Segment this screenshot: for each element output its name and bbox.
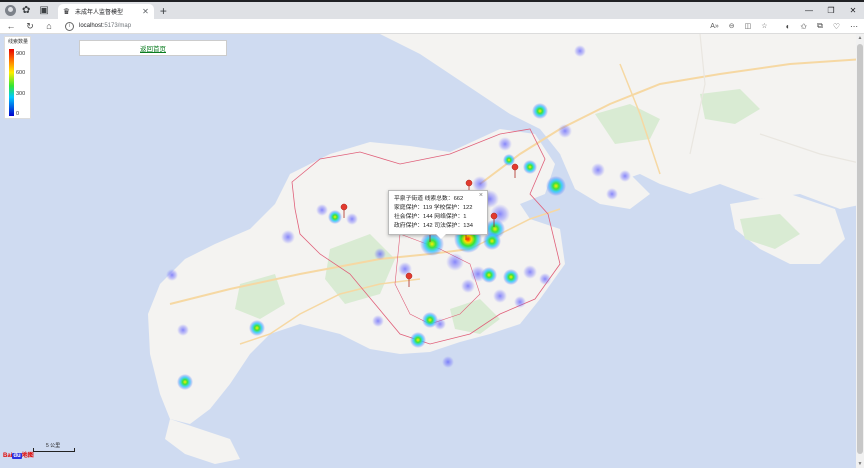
district-info-popup: × 平泉子街道 线索总数：662 家庭保护：119 学校保护：122 社会保护：…	[388, 190, 488, 239]
scroll-thumb[interactable]	[857, 44, 863, 454]
split-screen-icon[interactable]: ◫	[745, 22, 752, 30]
map-canvas[interactable]	[0, 34, 864, 468]
popup-stats-government-judicial: 政府保护：142 司法保护：134	[394, 223, 473, 229]
tab-actions-icon[interactable]: ▣	[39, 5, 48, 16]
back-home-link[interactable]: 返回首页	[140, 43, 166, 53]
close-icon[interactable]: ✕	[142, 7, 149, 16]
popup-stats-family-school: 家庭保护：119 学校保护：122	[394, 205, 473, 211]
trophy-icon: ♛	[62, 7, 71, 16]
tab-strip: ✿ ▣ ♛ 未成年人监督模型 ✕ + — ❐ ✕	[0, 2, 864, 19]
maximize-button[interactable]: ❐	[820, 6, 842, 15]
vertical-scrollbar[interactable]: ▲ ▼	[856, 34, 864, 468]
scroll-down-icon[interactable]: ▼	[857, 461, 863, 467]
plus-icon[interactable]: +	[160, 4, 167, 18]
reload-icon[interactable]: ↻	[22, 21, 38, 32]
legend-color-bar	[9, 49, 14, 116]
popup-pointer	[436, 234, 446, 239]
back-arrow-icon[interactable]: ←	[3, 21, 19, 31]
toolbar-icons: ◐ ✩ ⧉ ♡ ⋯	[776, 21, 858, 31]
star-icon[interactable]: ☆	[761, 22, 767, 30]
home-icon[interactable]: ⌂	[41, 21, 57, 31]
info-icon[interactable]: i	[65, 21, 74, 31]
extensions-icon[interactable]: ✿	[22, 5, 30, 16]
legend-title: 线索数量	[8, 39, 29, 45]
legend-tick: 300	[16, 91, 26, 97]
minimize-button[interactable]: —	[798, 6, 820, 15]
scale-bar	[33, 448, 75, 452]
tab-title: 未成年人监督模型	[75, 10, 124, 16]
profile-avatar-icon[interactable]	[5, 5, 16, 16]
close-icon[interactable]: ×	[479, 192, 483, 199]
back-home-panel: 返回首页	[79, 40, 227, 56]
land-layer	[148, 34, 864, 464]
address-tools: A» ⊖ ◫ ☆	[700, 22, 767, 31]
read-aloud-icon[interactable]: A»	[710, 23, 719, 30]
more-icon[interactable]: ⋯	[850, 22, 858, 31]
collections-icon[interactable]: ⧉	[817, 21, 823, 31]
copilot-icon[interactable]: ◐	[786, 22, 791, 31]
address-bar[interactable]: i localhost:5173/map	[65, 20, 700, 33]
browser-tab[interactable]: ♛ 未成年人监督模型 ✕	[57, 4, 154, 19]
legend-tick: 600	[16, 70, 26, 76]
legend-tick: 0	[16, 111, 20, 117]
baidu-map-logo[interactable]: Baidu地图	[3, 450, 34, 459]
heart-pulse-icon[interactable]: ♡	[833, 22, 840, 31]
scroll-up-icon[interactable]: ▲	[857, 35, 863, 41]
heatmap-legend: 线索数量 900 600 300 0	[4, 36, 31, 119]
popup-stats-society-network: 社会保护：144 网络保护：1	[394, 214, 467, 220]
map-viewport[interactable]: 线索数量 900 600 300 0 返回首页 × 平泉子街道 线索总数：662…	[0, 34, 864, 468]
popup-summary: 平泉子街道 线索总数：662	[394, 196, 464, 202]
navigation-bar: ← ↻ ⌂ i localhost:5173/map A» ⊖ ◫ ☆ ◐ ✩ …	[0, 19, 864, 34]
window-controls: — ❐ ✕	[798, 2, 864, 19]
zoom-icon[interactable]: ⊖	[729, 22, 735, 30]
url-text[interactable]: localhost:5173/map	[79, 23, 131, 29]
legend-tick: 900	[16, 51, 26, 57]
favorites-icon[interactable]: ✩	[800, 22, 807, 31]
close-window-button[interactable]: ✕	[842, 6, 864, 15]
